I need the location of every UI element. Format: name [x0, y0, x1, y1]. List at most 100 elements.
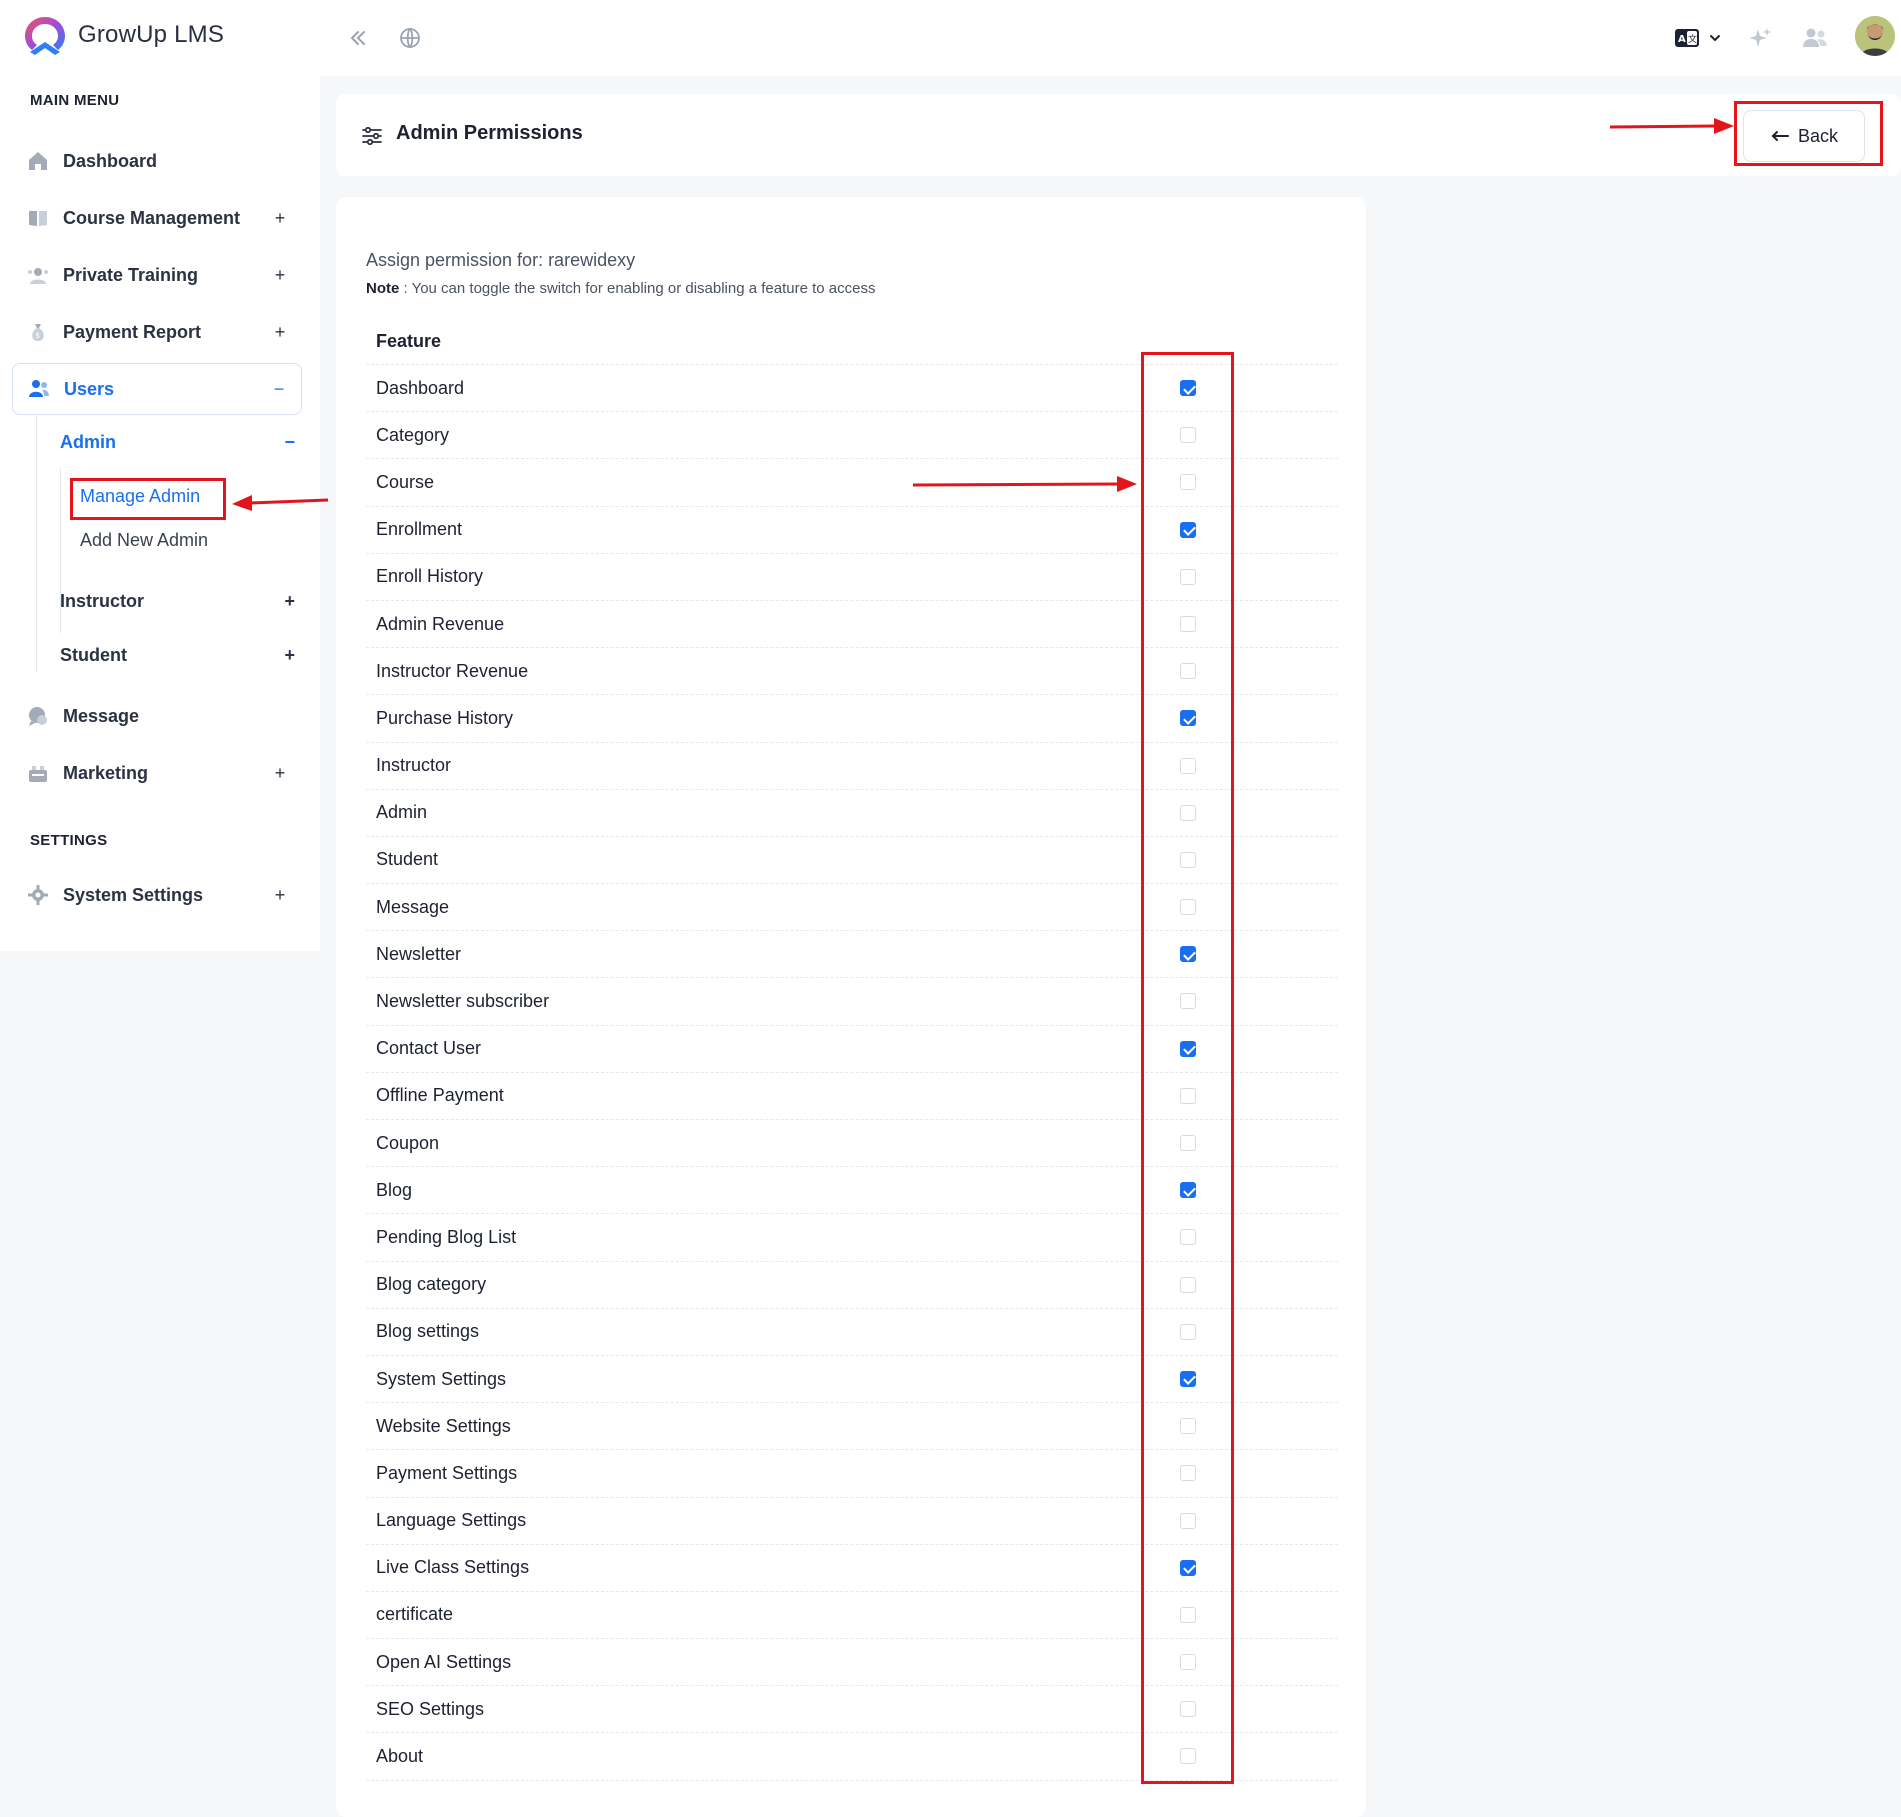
sidebar-item-marketing[interactable]: Marketing + — [12, 747, 302, 799]
permission-row: Newsletter subscriber — [366, 978, 1338, 1026]
permission-row: Website Settings — [366, 1403, 1338, 1451]
permission-row: Admin — [366, 790, 1338, 837]
permission-row: Dashboard — [366, 365, 1338, 413]
permission-checkbox[interactable] — [1180, 1040, 1196, 1057]
expand-toggle: + — [274, 884, 286, 905]
permission-row: Blog — [366, 1167, 1338, 1215]
back-button[interactable]: Back — [1743, 110, 1865, 162]
permission-checkbox[interactable] — [1180, 1654, 1196, 1671]
permission-checkbox[interactable] — [1180, 1135, 1196, 1151]
sidebar-item-course-management[interactable]: Course Management + — [12, 192, 302, 244]
collapse-toggle: − — [273, 378, 285, 399]
marketing-icon — [25, 760, 51, 786]
sidebar-leaf-manage-admin[interactable]: Manage Admin — [80, 486, 200, 507]
sidebar-item-label: Dashboard — [63, 150, 158, 171]
permission-checkbox[interactable] — [1180, 1229, 1196, 1246]
permission-checkbox[interactable] — [1180, 663, 1196, 680]
sidebar-item-users[interactable]: Users − — [12, 363, 302, 415]
permission-checkbox[interactable] — [1180, 521, 1196, 538]
permission-row: System Settings — [366, 1356, 1338, 1404]
feature-name: Contact User — [376, 1038, 482, 1059]
permission-row: Language Settings — [366, 1498, 1338, 1545]
permission-checkbox[interactable] — [1180, 568, 1196, 585]
permission-checkbox[interactable] — [1180, 1465, 1196, 1482]
expand-toggle: + — [274, 321, 286, 342]
permission-checkbox[interactable] — [1180, 851, 1196, 868]
sidebar-subitem-student[interactable]: Student + — [60, 645, 295, 666]
chevron-down-icon — [1710, 35, 1720, 42]
feature-name: Message — [376, 896, 450, 917]
permission-checkbox[interactable] — [1180, 1276, 1196, 1293]
expand-toggle: + — [274, 762, 286, 783]
permission-checkbox[interactable] — [1180, 946, 1196, 963]
logo-mark-icon — [25, 17, 65, 55]
sparkle-icon[interactable] — [1744, 22, 1776, 54]
permission-checkbox[interactable] — [1180, 757, 1196, 774]
page-header: Admin Permissions Back — [336, 94, 1901, 176]
permission-checkbox[interactable] — [1180, 1087, 1196, 1104]
permission-row: About — [366, 1733, 1338, 1781]
permission-checkbox[interactable] — [1180, 1701, 1196, 1718]
permission-row: Instructor — [366, 743, 1338, 790]
sidebar-item-dashboard[interactable]: Dashboard — [12, 135, 302, 187]
feature-name: Purchase History — [376, 707, 514, 728]
sidebar-item-payment-report[interactable]: $ Payment Report + — [12, 306, 302, 358]
arrow-left-icon — [1771, 131, 1789, 141]
sidebar-subitem-instructor[interactable]: Instructor + — [60, 591, 295, 612]
permission-checkbox[interactable] — [1180, 710, 1196, 727]
permission-checkbox[interactable] — [1180, 615, 1196, 632]
feature-name: SEO Settings — [376, 1698, 485, 1719]
permission-row: Open AI Settings — [366, 1639, 1338, 1687]
permission-checkbox[interactable] — [1180, 804, 1196, 821]
sidebar-item-label: Message — [63, 705, 140, 726]
feature-name: Blog — [376, 1179, 413, 1200]
permission-row: SEO Settings — [366, 1686, 1338, 1734]
globe-icon[interactable] — [394, 22, 426, 54]
permission-checkbox[interactable] — [1180, 1512, 1196, 1529]
permission-checkbox[interactable] — [1180, 899, 1196, 916]
permission-checkbox[interactable] — [1180, 993, 1196, 1010]
permission-checkbox[interactable] — [1180, 427, 1196, 444]
permission-checkbox[interactable] — [1180, 1323, 1196, 1340]
collapse-sidebar-icon[interactable] — [342, 22, 374, 54]
feature-name: Pending Blog List — [376, 1226, 517, 1247]
main-menu-heading: MAIN MENU — [30, 92, 120, 109]
assign-permission-text: Assign permission for: rarewidexy — [366, 250, 636, 270]
money-bag-icon: $ — [25, 319, 51, 345]
feature-name: Enroll History — [376, 566, 484, 587]
sidebar-item-message[interactable]: Message — [12, 690, 302, 742]
feature-name: Website Settings — [376, 1415, 511, 1436]
user-avatar[interactable] — [1855, 16, 1895, 56]
permission-row: Newsletter — [366, 931, 1338, 979]
permission-row: Enroll History — [366, 554, 1338, 601]
permission-checkbox[interactable] — [1180, 380, 1196, 396]
sidebar-subitem-admin[interactable]: Admin − — [60, 432, 295, 453]
sidebar-item-system-settings[interactable]: System Settings + — [12, 869, 302, 921]
app-logo[interactable]: GrowUp LMS — [22, 14, 224, 56]
sliders-icon — [360, 124, 384, 148]
feature-name: Open AI Settings — [376, 1651, 512, 1672]
app-name: GrowUp LMS — [78, 21, 225, 48]
permission-row: Message — [366, 884, 1338, 932]
permission-row: Payment Settings — [366, 1450, 1338, 1498]
permission-checkbox[interactable] — [1180, 1370, 1196, 1387]
permission-checkbox[interactable] — [1180, 474, 1196, 491]
sidebar-lower-area — [0, 951, 320, 1817]
permission-checkbox[interactable] — [1180, 1748, 1196, 1765]
feature-name: Language Settings — [376, 1510, 527, 1531]
feature-name: Enrollment — [376, 519, 463, 540]
sidebar-item-label: Marketing — [63, 762, 149, 783]
sidebar-leaf-add-new-admin[interactable]: Add New Admin — [80, 530, 208, 551]
permission-checkbox[interactable] — [1180, 1182, 1196, 1199]
permission-checkbox[interactable] — [1180, 1606, 1196, 1623]
feature-name: Category — [376, 424, 450, 445]
users-switch-icon[interactable] — [1799, 22, 1831, 54]
feature-name: Coupon — [376, 1132, 440, 1153]
language-switcher[interactable]: A 文 — [1665, 22, 1731, 54]
svg-text:文: 文 — [1688, 33, 1697, 45]
book-icon — [25, 205, 51, 231]
sidebar-item-private-training[interactable]: Private Training + — [12, 249, 302, 301]
feature-name: System Settings — [376, 1368, 507, 1389]
permission-checkbox[interactable] — [1180, 1418, 1196, 1435]
permission-checkbox[interactable] — [1180, 1559, 1196, 1576]
